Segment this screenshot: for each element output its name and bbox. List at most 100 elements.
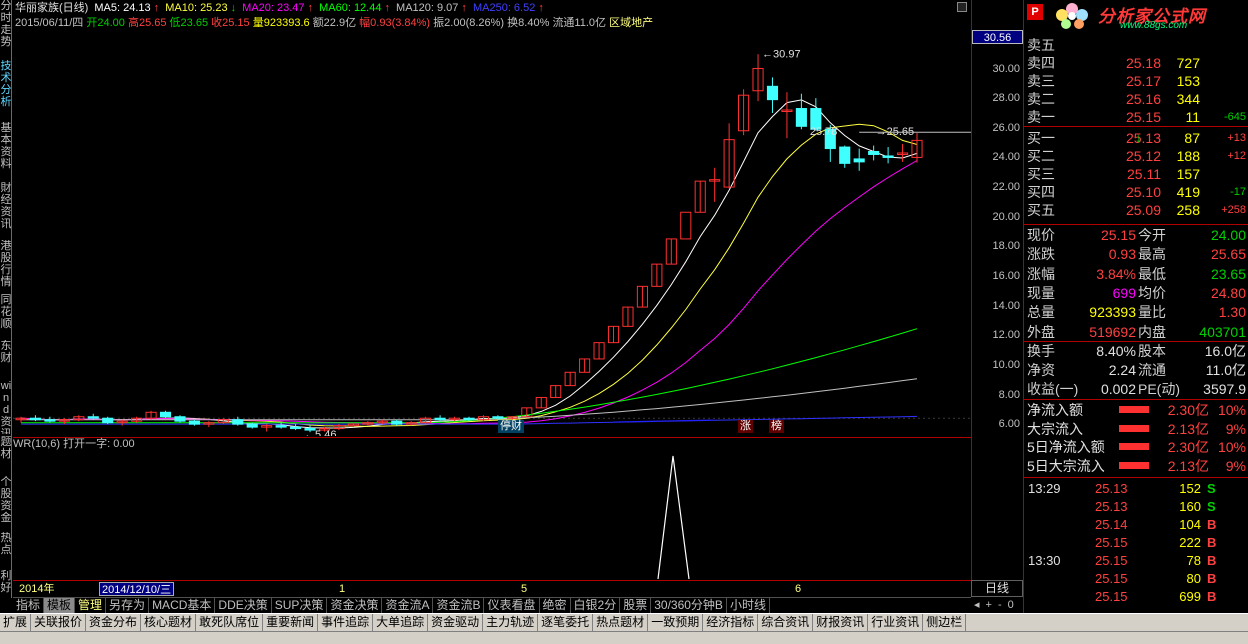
menu-item[interactable]: 热点题材 [593, 614, 649, 631]
minus-icon[interactable]: - [995, 599, 1005, 611]
stat-key: 涨幅 [1027, 265, 1055, 282]
period-label[interactable]: 日线 [971, 580, 1023, 597]
flower-logo-icon [1056, 3, 1088, 29]
left-tab[interactable]: 个股资金 [0, 476, 12, 530]
order-change: +12 [1227, 150, 1246, 162]
stat-key: 内盘 [1138, 323, 1166, 340]
candle-body [795, 108, 807, 127]
candle-body [290, 426, 302, 430]
ask-row: 卖五 [1024, 36, 1248, 54]
indicator-tab[interactable]: 股票 [620, 598, 652, 613]
menu-item[interactable]: 财报资讯 [813, 614, 869, 631]
stat-value: 24.80 [1210, 284, 1246, 301]
function-menu-bar: 扩展 关联报价 资金分布 核心题材 敢死队席位 重要新闻 事件追踪 大单追踪 资金驱动 主力轨迹逐… [0, 613, 1248, 631]
indicator-tab[interactable]: 指标 [13, 598, 45, 613]
flow-value: 2.30亿 [1167, 402, 1209, 418]
plus-icon[interactable]: + [983, 599, 995, 611]
indicator-tab[interactable]: 管理 [75, 598, 107, 613]
flag-label: 停财 [498, 420, 524, 433]
menu-item[interactable]: 一致预期 [648, 614, 704, 631]
stat-key: 最高 [1138, 246, 1166, 263]
menu-item[interactable]: 行业资讯 [868, 614, 924, 631]
indicator-tab[interactable]: 仪表看盘 [484, 598, 540, 613]
candle-body [275, 425, 287, 428]
cursor-date-label: 2014/12/10/三 [99, 582, 175, 596]
menu-item[interactable]: 主力轨迹 [483, 614, 539, 631]
chart-restore-icon[interactable] [957, 2, 967, 12]
menu-item[interactable]: 资金驱动 [428, 614, 484, 631]
left-tab[interactable]: 东财 [0, 340, 12, 378]
indicator-tab[interactable]: 资金决策 [327, 598, 383, 613]
order-label: 卖五 [1027, 37, 1055, 53]
left-tab[interactable]: 技术分析 [0, 60, 12, 120]
stat-key: 总量 [1027, 304, 1055, 321]
p-icon[interactable]: P [1027, 4, 1043, 20]
indicator-tab[interactable]: 另存为 [106, 598, 150, 613]
order-price: 25.18 [1125, 55, 1161, 71]
indicator-tab[interactable]: 白银2分 [571, 598, 621, 613]
left-tab[interactable]: 利好 [0, 570, 12, 598]
main-kline-chart[interactable]: 华丽家族(日线) MA5: 24.13 ↑ MA10: 25.23 ↓ MA20: … [13, 0, 971, 436]
ma-info-bar: 华丽家族(日线) MA5: 24.13 ↑ MA10: 25.23 ↓ MA20: … [15, 2, 547, 15]
indicator-tab[interactable]: DDE决策 [215, 598, 272, 613]
left-tab[interactable]: wind资讯 [0, 380, 12, 434]
tick-price: 25.15 [1095, 535, 1128, 550]
indicator-tab[interactable]: 30/360分钟B [651, 598, 727, 613]
tick-side: B [1207, 553, 1217, 568]
order-volume: 87 [1184, 130, 1200, 146]
menu-item[interactable]: 关联报价 [31, 614, 87, 631]
left-tab[interactable]: 港股行情 [0, 240, 12, 292]
left-tab-strip: 分时走势技术分析基本资料財经资讯港股行情同花顺东财 wind资讯题材个股资金热点利… [0, 0, 12, 598]
left-tab[interactable]: 题材 [0, 436, 12, 474]
y-tick-label: 10.00 [992, 358, 1020, 371]
order-change: +258 [1221, 204, 1246, 216]
indicator-tab[interactable]: 资金流A [382, 598, 434, 613]
stat-key: 净资 [1027, 362, 1055, 378]
left-tab[interactable]: 財经资讯 [0, 182, 12, 238]
mid-annotation-a: 25.78 [810, 126, 838, 138]
left-tab[interactable]: 热点 [0, 532, 12, 568]
order-volume: 153 [1176, 73, 1200, 89]
order-volume: 157 [1176, 166, 1200, 182]
stat-key: 均价 [1138, 284, 1166, 301]
left-tab[interactable]: 分时走势 [0, 0, 12, 58]
tick-side: S [1207, 481, 1216, 496]
menu-item[interactable]: 侧边栏 [923, 614, 967, 631]
indicator-tab[interactable]: 小时线 [727, 598, 770, 613]
flow-row: 5日净流入额 2.30亿 10% [1024, 438, 1248, 456]
order-volume: 188 [1176, 148, 1200, 164]
tick-time: 13:30 [1028, 553, 1061, 568]
zero-icon[interactable]: 0 [1005, 599, 1017, 611]
menu-item[interactable]: 事件追踪 [318, 614, 374, 631]
sector-label: 区域地产 [609, 17, 654, 29]
menu-item[interactable]: 核心题材 [141, 614, 197, 631]
sub-indicator-chart[interactable]: WR(10,6) 打开一字: 0.00 [13, 437, 971, 580]
quote-panel: P 分析家公式网 www.88gs.com 卖五 卖四 25.18 727 卖三 25.1… [1023, 0, 1248, 631]
indicator-tab[interactable]: MACD基本 [149, 598, 216, 613]
flow-bar [1119, 406, 1149, 413]
stat-value: 3597.9 [1203, 381, 1246, 397]
candle-body [29, 417, 42, 421]
indicator-tab[interactable]: 资金流B [433, 598, 485, 613]
menu-item[interactable]: 逐笔委托 [538, 614, 594, 631]
menu-item[interactable]: 重要新闻 [263, 614, 319, 631]
menu-item[interactable]: 大单追踪 [373, 614, 429, 631]
indicator-tab[interactable]: 模板 [44, 598, 76, 613]
order-price: 25.12 [1125, 148, 1161, 164]
logo-url: www.88gs.com [1120, 20, 1188, 31]
menu-item[interactable]: 经济指标 [703, 614, 759, 631]
ma10-label: MA10: 25.23 [165, 2, 228, 14]
menu-item[interactable]: 资金分布 [86, 614, 142, 631]
left-tab[interactable]: 同花顺 [0, 294, 12, 338]
scroll-left-icon[interactable]: ◂ [971, 599, 983, 611]
stat-value: 23.65 [1210, 265, 1246, 282]
tick-row: 25.15 699 B [1024, 588, 1248, 606]
menu-item[interactable]: 敢死队席位 [196, 614, 264, 631]
indicator-tab[interactable]: SUP决策 [272, 598, 328, 613]
menu-item[interactable]: 扩展 [0, 614, 32, 631]
open-label: 开24.00 [86, 17, 125, 29]
menu-item[interactable]: 综合资讯 [758, 614, 814, 631]
y-tick-label: 26.00 [992, 121, 1020, 134]
left-tab[interactable]: 基本资料 [0, 122, 12, 180]
indicator-tab[interactable]: 绝密 [540, 598, 571, 613]
